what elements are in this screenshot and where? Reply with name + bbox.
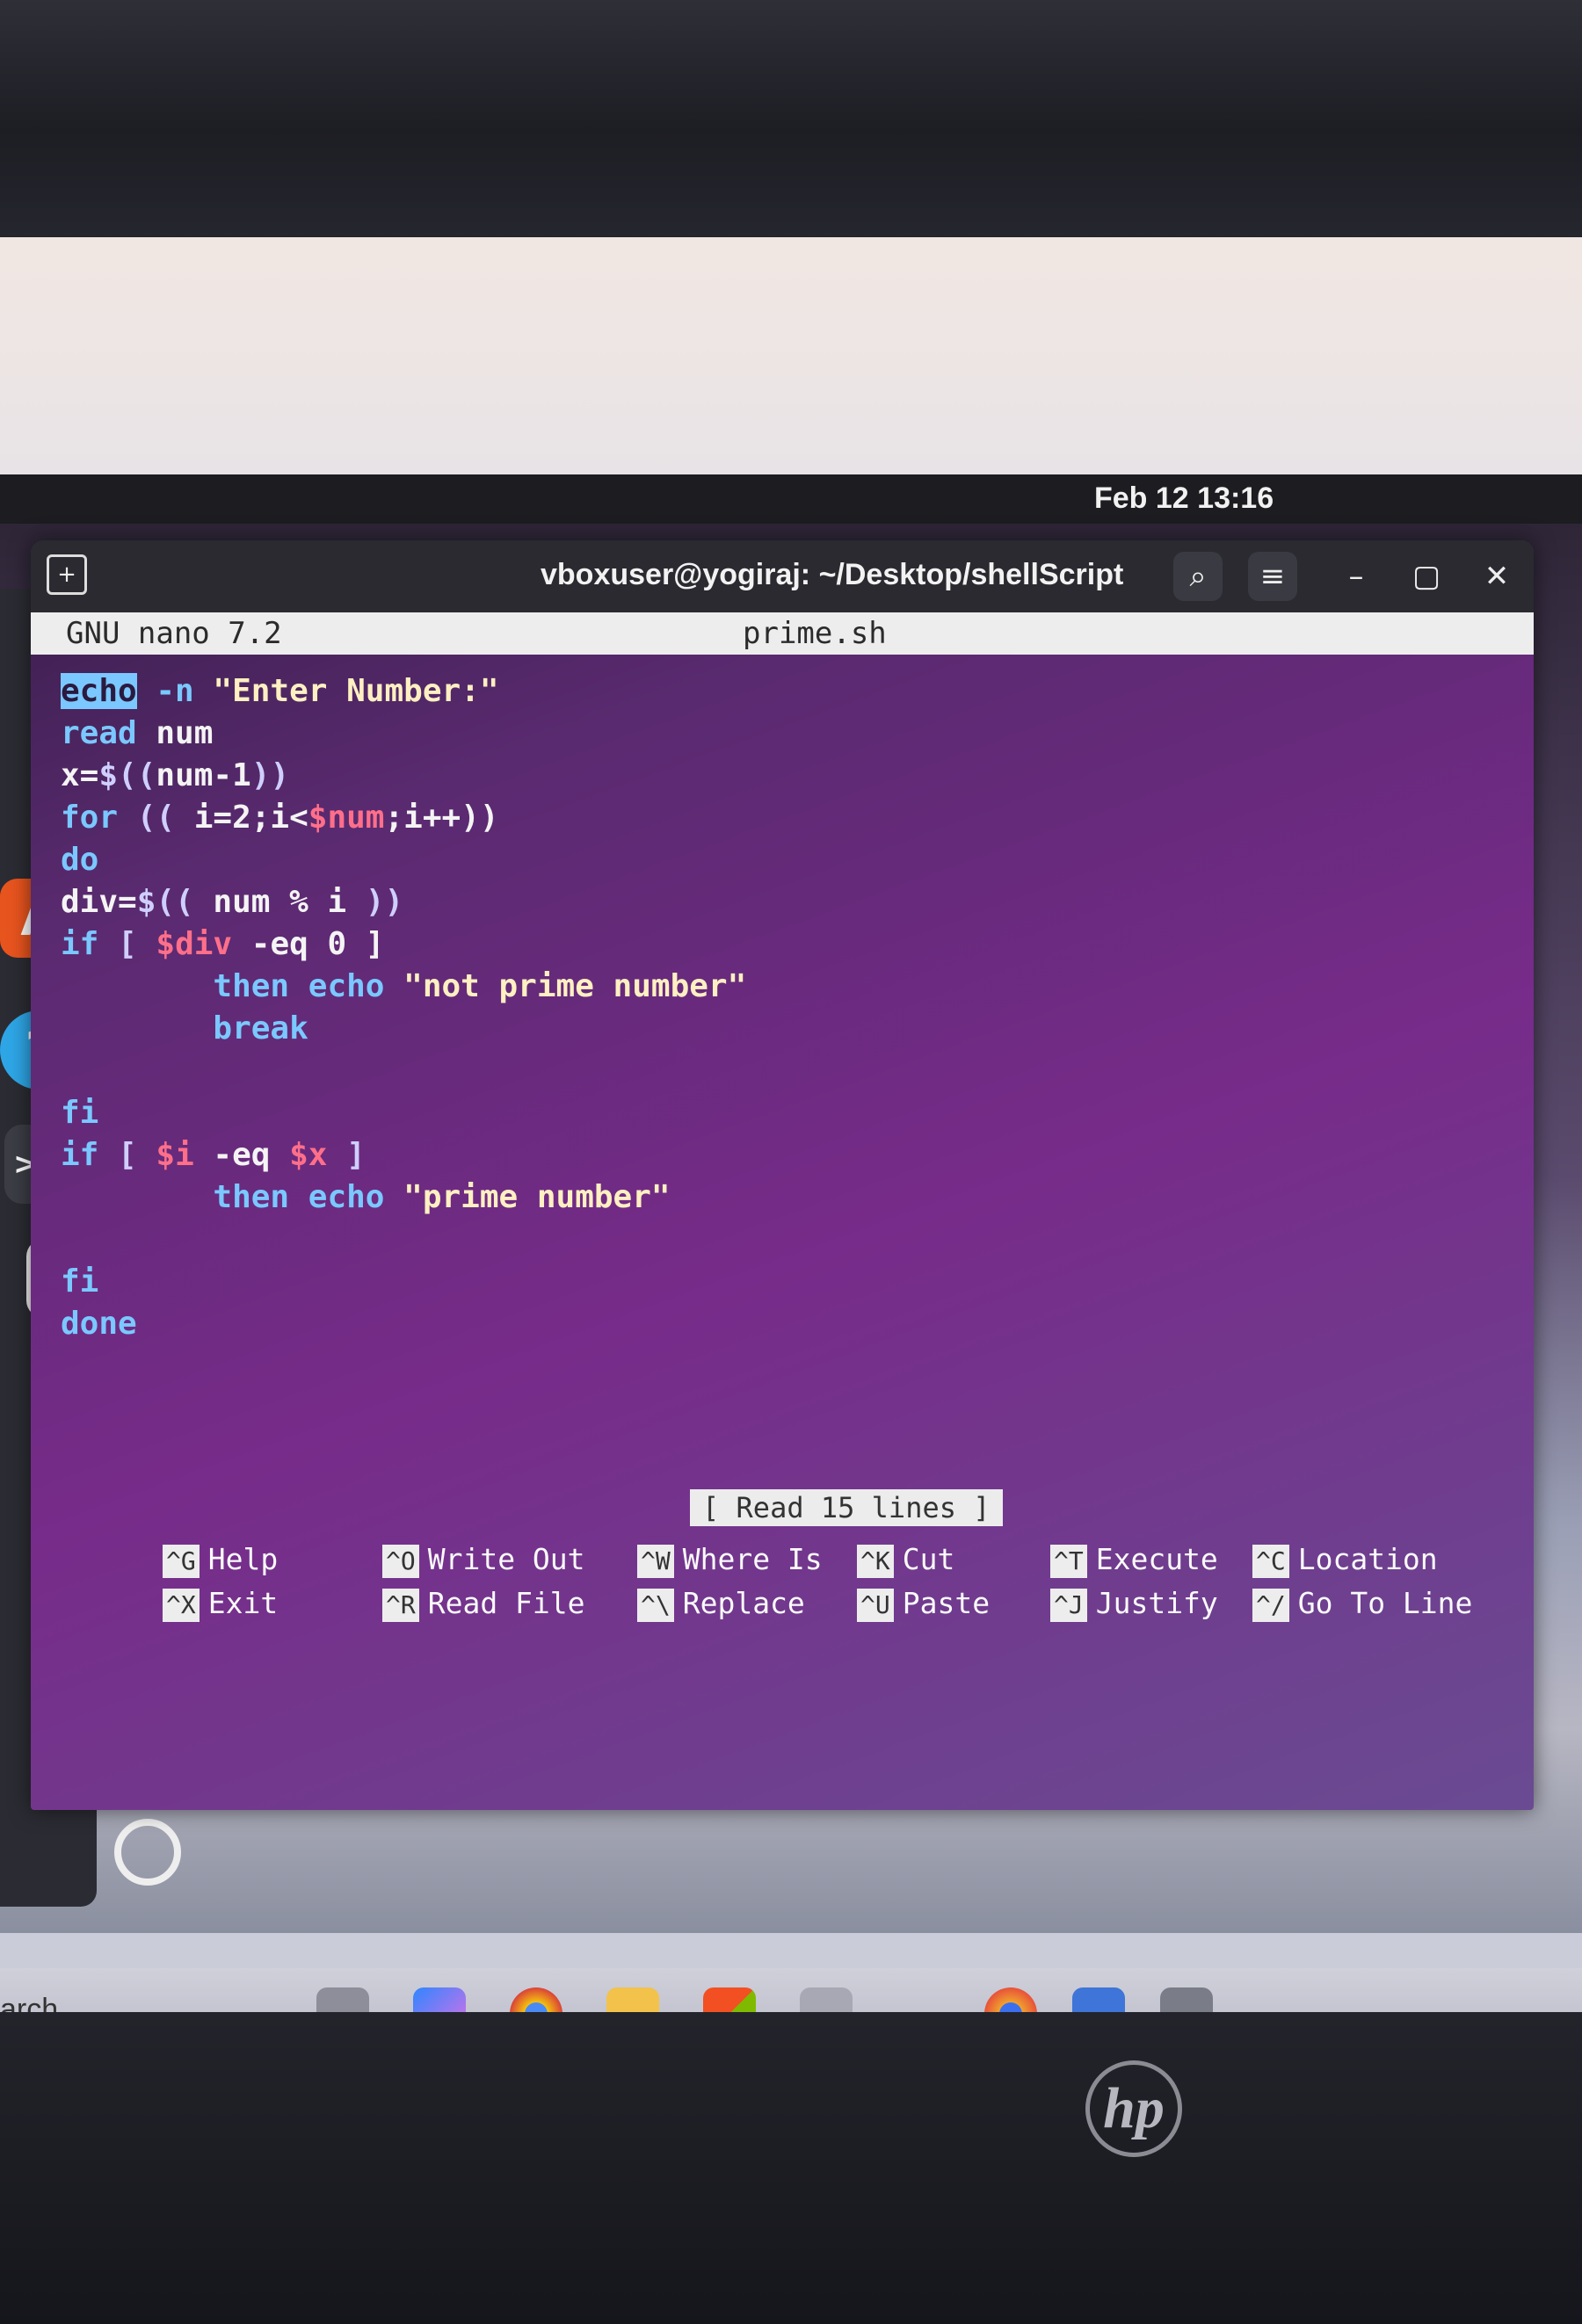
- shortcut-location[interactable]: ^C Location: [1252, 1542, 1438, 1578]
- hp-logo: hp: [1085, 2060, 1182, 2157]
- nano-header-bar: GNU nano 7.2 prime.sh: [31, 612, 1534, 655]
- code-line: fi: [61, 1263, 99, 1300]
- code-line: div=$(( num % i )): [61, 884, 404, 920]
- code-line: echo -n "Enter Number:": [61, 673, 499, 709]
- show-apps-icon[interactable]: [114, 1819, 181, 1886]
- shortcut-read-file[interactable]: ^R Read File: [382, 1586, 585, 1622]
- code-line: read num: [61, 715, 214, 751]
- code-line: for (( i=2;i<$num;i++)): [61, 800, 499, 836]
- code-line: break: [61, 1010, 308, 1046]
- window-title: vboxuser@yogiraj: ~/Desktop/shellScript: [541, 558, 1124, 591]
- close-icon[interactable]: ✕: [1472, 552, 1521, 601]
- shortcut-justify[interactable]: ^J Justify: [1050, 1586, 1218, 1622]
- code-editor[interactable]: echo -n "Enter Number:" read num x=$((nu…: [61, 670, 746, 1345]
- nano-filename: prime.sh: [743, 616, 887, 651]
- code-line: do: [61, 842, 99, 878]
- hamburger-menu-icon[interactable]: ≡: [1248, 552, 1297, 601]
- shortcut-help[interactable]: ^G Help: [163, 1542, 278, 1578]
- shortcut-exit[interactable]: ^X Exit: [163, 1586, 278, 1622]
- maximize-icon[interactable]: ▢: [1402, 552, 1451, 601]
- shortcut-paste[interactable]: ^U Paste: [857, 1586, 990, 1622]
- shortcut-go-to-line[interactable]: ^/Go To Line: [1252, 1586, 1472, 1622]
- new-tab-icon[interactable]: +: [47, 554, 87, 595]
- terminal-titlebar: + vboxuser@yogiraj: ~/Desktop/shellScrip…: [31, 540, 1534, 612]
- code-line: x=$((num-1)): [61, 757, 290, 793]
- nano-status-message: [ Read 15 lines ]: [690, 1489, 1003, 1526]
- minimize-icon[interactable]: –: [1332, 552, 1381, 601]
- shortcut-cut[interactable]: ^K Cut: [857, 1542, 954, 1578]
- clock[interactable]: Feb 12 13:16: [1094, 481, 1274, 516]
- laptop-bezel-top: [0, 0, 1582, 237]
- shortcut-write-out[interactable]: ^O Write Out: [382, 1542, 585, 1578]
- ubuntu-top-bar: Feb 12 13:16: [0, 474, 1582, 524]
- terminal-window: + vboxuser@yogiraj: ~/Desktop/shellScrip…: [31, 540, 1534, 1810]
- nano-shortcut-bar: ^G Help ^X Exit ^O Write Out ^R Read File ^W…: [163, 1542, 1516, 1647]
- shortcut-execute[interactable]: ^T Execute: [1050, 1542, 1218, 1578]
- laptop-bezel-bottom: [0, 2012, 1582, 2324]
- code-line: if [ $i -eq $x ]: [61, 1137, 366, 1173]
- code-line: done: [61, 1306, 137, 1342]
- code-line: then echo "prime number": [61, 1179, 671, 1215]
- search-icon[interactable]: ⌕: [1173, 552, 1223, 601]
- shortcut-where-is[interactable]: ^W Where Is: [637, 1542, 823, 1578]
- shortcut-replace[interactable]: ^\ Replace: [637, 1586, 805, 1622]
- code-line: fi: [61, 1095, 99, 1131]
- nano-version: GNU nano 7.2: [66, 616, 282, 651]
- code-line: then echo "not prime number": [61, 968, 747, 1004]
- code-line: if [ $div -eq 0 ]: [61, 926, 385, 962]
